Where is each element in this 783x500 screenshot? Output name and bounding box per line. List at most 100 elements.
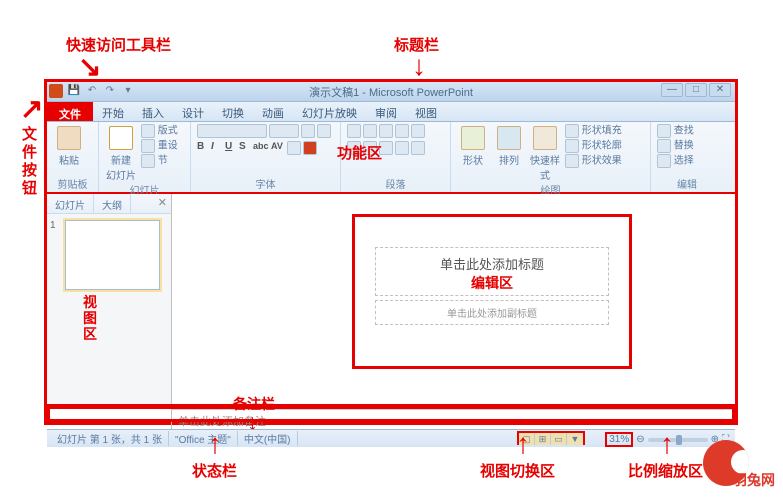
- shapes-icon: [461, 126, 485, 150]
- paste-icon: [57, 126, 81, 150]
- zoom-out-button[interactable]: ⊖: [636, 434, 644, 445]
- spacing-button[interactable]: AV: [271, 141, 285, 155]
- group-clipboard: 粘贴 剪贴板: [47, 122, 99, 192]
- quick-styles-icon: [533, 126, 557, 150]
- underline-button[interactable]: U: [225, 141, 237, 155]
- tab-insert[interactable]: 插入: [133, 102, 173, 121]
- close-button[interactable]: ✕: [709, 83, 731, 97]
- shadow-button[interactable]: abc: [253, 141, 269, 155]
- status-slide-position: 幻灯片 第 1 张，共 1 张: [51, 431, 169, 446]
- thumbnail-list[interactable]: 1 视 图 区: [47, 214, 171, 407]
- reset-button[interactable]: 重设: [141, 139, 178, 153]
- grow-font-icon[interactable]: [301, 124, 315, 138]
- font-size-select[interactable]: [269, 124, 299, 138]
- reading-view-button[interactable]: ▭: [551, 433, 567, 445]
- new-slide-button[interactable]: 新建 幻灯片: [105, 124, 137, 182]
- tab-view[interactable]: 视图: [406, 102, 446, 121]
- shapes-button[interactable]: 形状: [457, 124, 489, 167]
- shapes-label: 形状: [457, 152, 489, 167]
- minimize-button[interactable]: —: [661, 83, 683, 97]
- replace-button[interactable]: 替换: [657, 139, 694, 153]
- tab-review[interactable]: 审阅: [366, 102, 406, 121]
- slide-canvas[interactable]: 单击此处添加标题 编辑区 单击此处添加副标题: [352, 214, 632, 369]
- shrink-font-icon[interactable]: [317, 124, 331, 138]
- ribbon-tabs: 文件 开始 插入 设计 切换 动画 幻灯片放映 审阅 视图: [47, 102, 735, 122]
- redo-icon[interactable]: ↷: [103, 84, 117, 98]
- new-slide-label: 新建 幻灯片: [105, 152, 137, 182]
- reset-icon: [141, 139, 155, 153]
- status-theme: "Office 主题": [169, 431, 238, 446]
- save-icon[interactable]: 💾: [67, 84, 81, 98]
- zoom-percent[interactable]: 31%: [605, 432, 633, 447]
- slide-editor[interactable]: 单击此处添加标题 编辑区 单击此处添加副标题: [172, 194, 735, 407]
- bullets-icon[interactable]: [347, 124, 361, 138]
- find-icon: [657, 124, 671, 138]
- arrow-icon: ↑: [208, 428, 222, 460]
- arrange-icon: [497, 126, 521, 150]
- group-slides: 新建 幻灯片 版式 重设 节 幻灯片: [99, 122, 191, 192]
- tab-slideshow[interactable]: 幻灯片放映: [293, 102, 366, 121]
- italic-button[interactable]: I: [211, 141, 223, 155]
- window-title: 演示文稿1 - Microsoft PowerPoint: [309, 84, 473, 100]
- shape-effects-button[interactable]: 形状效果: [565, 154, 622, 168]
- tab-transitions[interactable]: 切换: [213, 102, 253, 121]
- arrange-label: 排列: [493, 152, 525, 167]
- title-placeholder[interactable]: 单击此处添加标题 编辑区: [375, 247, 609, 296]
- close-pane-icon[interactable]: ✕: [158, 196, 167, 209]
- window-controls: — □ ✕: [661, 83, 731, 97]
- thumb-tab-slides[interactable]: 幻灯片: [47, 194, 94, 213]
- subtitle-placeholder[interactable]: 单击此处添加副标题: [375, 300, 609, 325]
- quick-styles-label: 快速样式: [529, 152, 561, 182]
- shape-outline-button[interactable]: 形状轮廓: [565, 139, 622, 153]
- section-button[interactable]: 节: [141, 154, 178, 168]
- font-color-button[interactable]: [303, 141, 317, 155]
- callout-thumb-area: 视 图 区: [83, 294, 97, 342]
- numbering-icon[interactable]: [363, 124, 377, 138]
- zoom-slider[interactable]: [648, 438, 708, 442]
- find-button[interactable]: 查找: [657, 124, 694, 138]
- tab-design[interactable]: 设计: [173, 102, 213, 121]
- columns-icon[interactable]: [411, 141, 425, 155]
- notes-gap: [47, 409, 172, 429]
- slide-thumbnail[interactable]: [65, 220, 160, 290]
- strike-button[interactable]: S: [239, 141, 251, 155]
- tab-animations[interactable]: 动画: [253, 102, 293, 121]
- layout-button[interactable]: 版式: [141, 124, 178, 138]
- group-font: B I U S abc AV 字体: [191, 122, 341, 192]
- indent-dec-icon[interactable]: [379, 124, 393, 138]
- replace-icon: [657, 139, 671, 153]
- shape-fill-button[interactable]: 形状填充: [565, 124, 622, 138]
- indent-inc-icon[interactable]: [395, 124, 409, 138]
- watermark: 羽兔网: [703, 436, 775, 492]
- sorter-view-button[interactable]: ⊞: [535, 433, 551, 445]
- case-button[interactable]: [287, 141, 301, 155]
- quick-access-toolbar[interactable]: 💾 ↶ ↷ ▾: [67, 84, 135, 98]
- group-drawing: 形状 排列 快速样式 形状填充 形状轮廓 形状效果 绘图: [451, 122, 651, 192]
- line-spacing-icon[interactable]: [411, 124, 425, 138]
- select-button[interactable]: 选择: [657, 154, 694, 168]
- arrow-icon: ↗: [20, 92, 43, 125]
- callout-edit-area: 编辑区: [376, 273, 608, 293]
- tab-home[interactable]: 开始: [93, 102, 133, 121]
- thumb-tab-outline[interactable]: 大纲: [94, 194, 131, 213]
- outline-icon: [565, 139, 579, 153]
- section-icon: [141, 154, 155, 168]
- qat-dropdown-icon[interactable]: ▾: [121, 84, 135, 98]
- file-tab[interactable]: 文件: [47, 102, 93, 121]
- fill-icon: [565, 124, 579, 138]
- justify-icon[interactable]: [395, 141, 409, 155]
- bold-button[interactable]: B: [197, 141, 209, 155]
- slideshow-view-button[interactable]: ▼: [567, 433, 583, 445]
- work-area: 幻灯片 大纲 ✕ 1 视 图 区 单击此处添加标题 编辑区 单击此处添加副标题: [47, 194, 735, 407]
- paste-button[interactable]: 粘贴: [53, 124, 85, 167]
- status-language[interactable]: 中文(中国): [238, 431, 298, 446]
- undo-icon[interactable]: ↶: [85, 84, 99, 98]
- font-family-select[interactable]: [197, 124, 267, 138]
- status-bar: 幻灯片 第 1 张，共 1 张 "Office 主题" 中文(中国) ▢ ⊞ ▭…: [47, 429, 735, 447]
- callout-zoom-area: 比例缩放区: [628, 460, 703, 481]
- quick-styles-button[interactable]: 快速样式: [529, 124, 561, 182]
- app-window: 💾 ↶ ↷ ▾ 演示文稿1 - Microsoft PowerPoint — □…: [44, 79, 738, 425]
- maximize-button[interactable]: □: [685, 83, 707, 97]
- callout-status-bar: 状态栏: [192, 460, 237, 481]
- arrange-button[interactable]: 排列: [493, 124, 525, 167]
